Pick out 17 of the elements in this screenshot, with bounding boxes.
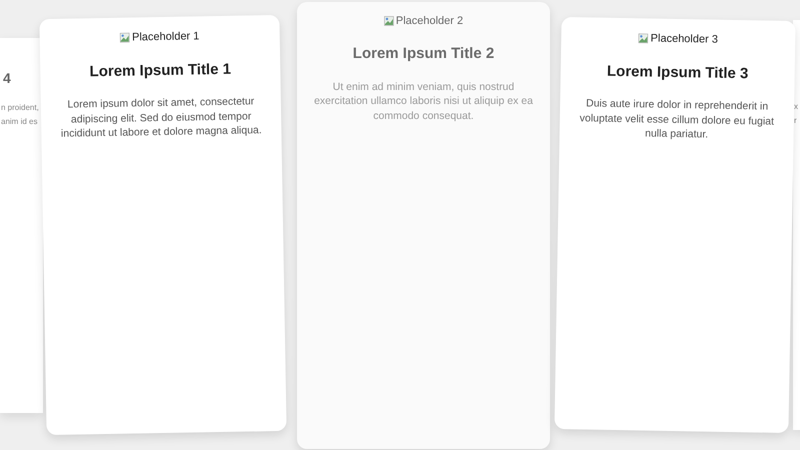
broken-image-icon xyxy=(638,34,649,44)
card-title: Lorem Ipsum Title 3 xyxy=(606,61,749,84)
card-title: Lorem Ipsum Title 2 xyxy=(352,44,494,64)
card-text: Duis aute irure dolor in reprehenderit in voluptate velit esse cillum dolore eu fugiat nulla pariatur. xyxy=(578,96,776,143)
card-text: x xyxy=(794,101,798,113)
card-text: r xyxy=(794,115,797,127)
card-text: Lorem ipsum dolor sit amet, consectetur adipiscing elit. Sed do eiusmod tempor incididunt ut labore et dolore magna aliqua. xyxy=(60,94,263,142)
card-title: 4 xyxy=(3,68,11,88)
broken-image: Placeholder 1 xyxy=(120,28,200,46)
card-text: n proident, xyxy=(1,102,39,114)
card-text: anim id es xyxy=(1,116,38,128)
broken-image: Placeholder 2 xyxy=(384,12,464,29)
broken-image: Placeholder 3 xyxy=(638,30,718,48)
card-text: Ut enim ad minim veniam, quis nostrud exercitation ullamco laboris nisi ut aliquip ex ea commodo consequat. xyxy=(313,80,534,123)
broken-image-icon xyxy=(384,16,394,26)
broken-image-icon xyxy=(120,32,130,43)
card-title: Lorem Ipsum Title 1 xyxy=(89,59,232,82)
